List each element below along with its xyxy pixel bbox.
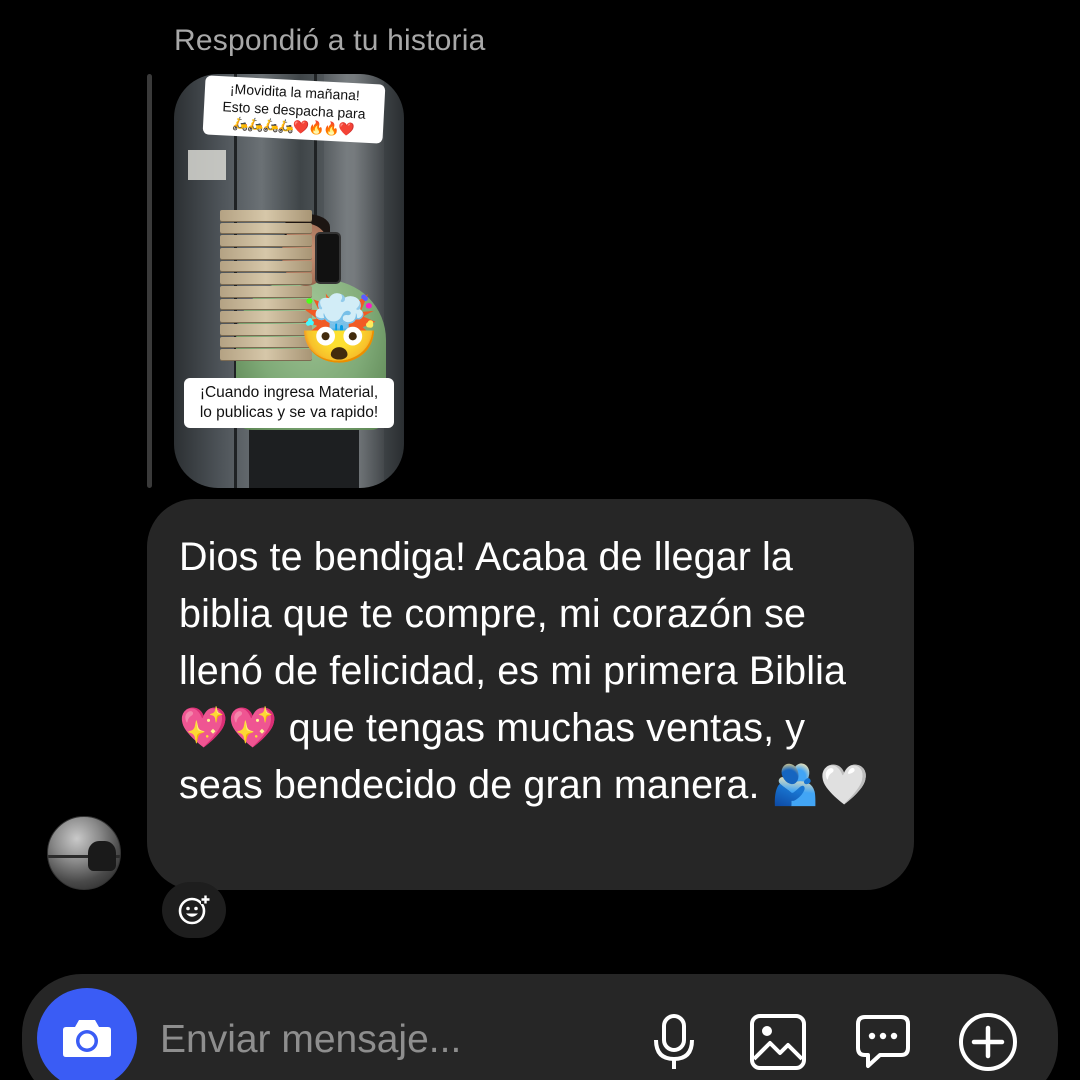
message-input[interactable]: Enviar mensaje... [160, 1018, 461, 1062]
gallery-button[interactable] [748, 1012, 808, 1072]
reply-header: Respondió a tu historia [174, 24, 486, 57]
reply-indicator-bar [147, 74, 152, 488]
gallery-icon [750, 1014, 806, 1070]
mind-blown-sticker: 🤯 [298, 292, 381, 366]
message-bubble[interactable]: Dios te bendiga! Acaba de llegar la bibl… [147, 499, 914, 890]
plus-circle-icon [959, 1013, 1017, 1071]
phone [315, 232, 341, 284]
add-button[interactable] [958, 1012, 1018, 1072]
camera-button[interactable] [37, 988, 137, 1080]
story-caption-top: ¡Movidita la mañana! Esto se despacha pa… [202, 75, 386, 144]
add-reaction-icon [178, 895, 210, 925]
chat-bubble-icon [856, 1015, 910, 1068]
add-reaction-button[interactable] [162, 882, 226, 938]
message-text: Dios te bendiga! Acaba de llegar la bibl… [179, 535, 870, 807]
caption-line: ¡Cuando ingresa Material, [199, 384, 379, 401]
sticker-button[interactable] [853, 1012, 913, 1072]
story-caption-bottom: ¡Cuando ingresa Material, lo publicas y … [184, 378, 394, 429]
chat-screen: Respondió a tu historia ¡Movidita la mañ… [0, 0, 1080, 1080]
microphone-button[interactable] [644, 1012, 704, 1072]
story-thumbnail[interactable]: ¡Movidita la mañana! Esto se despacha pa… [174, 74, 404, 488]
avatar[interactable] [47, 816, 121, 890]
elevator-notice [188, 150, 226, 180]
person-legs [249, 424, 359, 488]
camera-icon [63, 1020, 111, 1057]
microphone-icon [654, 1014, 694, 1069]
caption-line: lo publicas y se va rapido! [199, 404, 379, 422]
